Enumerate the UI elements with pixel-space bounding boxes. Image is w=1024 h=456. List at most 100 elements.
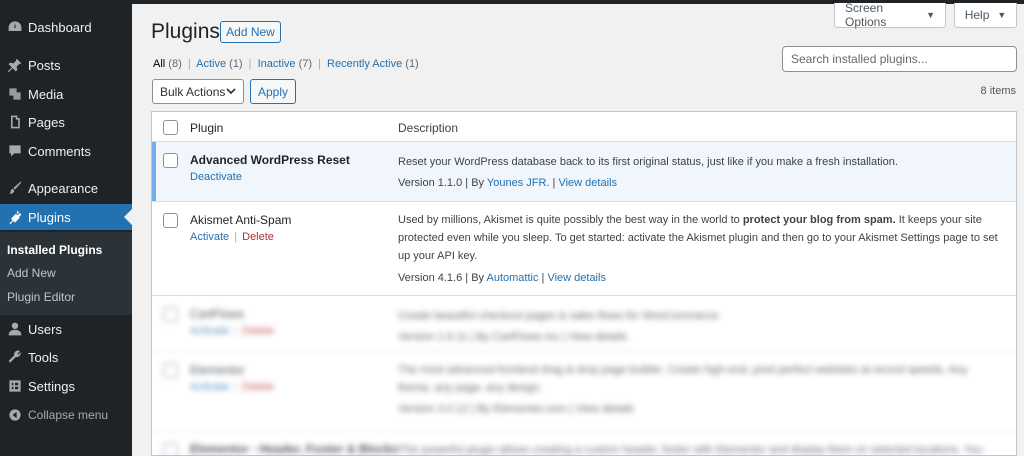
submenu-plugin-editor[interactable]: Plugin Editor	[7, 290, 75, 304]
plugin-meta: Version 1.1.0 | By Younes JFR. | View de…	[398, 177, 1003, 189]
screen-options-label: Screen Options	[845, 1, 887, 29]
plugin-description: The most advanced frontend drag & drop p…	[398, 364, 968, 394]
sidebar-item-label: Comments	[28, 143, 91, 159]
sidebar-item-posts[interactable]: Posts	[0, 52, 132, 78]
sidebar-item-label: Plugins	[28, 209, 71, 225]
bulk-actions-select[interactable]: Bulk Actions	[152, 79, 244, 104]
caret-down-icon: ▼	[926, 10, 935, 20]
sidebar-item-label: Pages	[28, 114, 65, 130]
brush-icon	[6, 179, 24, 197]
plugin-meta: Version 4.1.6 | By Automattic | View det…	[398, 272, 1003, 284]
table-row: Elementor Activate | Delete The most adv…	[152, 352, 1016, 432]
plugin-author-link[interactable]: Younes JFR.	[487, 177, 550, 189]
action-separator: |	[234, 325, 238, 337]
sidebar-item-label: Tools	[28, 349, 59, 365]
description-emphasis: protect your blog from spam.	[742, 214, 896, 226]
action-separator: |	[234, 231, 238, 243]
description-text: Used by millions, Akismet is quite possi…	[398, 214, 740, 226]
plugin-author-link[interactable]: Automattic	[487, 272, 539, 284]
filter-separator: |	[318, 58, 321, 70]
sidebar-item-label: Settings	[28, 378, 75, 394]
collapse-menu-label: Collapse menu	[28, 408, 109, 422]
filter-all[interactable]: All	[153, 58, 165, 70]
plugin-description: Reset your WordPress database back to it…	[398, 156, 898, 168]
plugin-version: Version 4.1.6	[398, 272, 463, 284]
sidebar-item-appearance[interactable]: Appearance	[0, 175, 132, 201]
delete-link[interactable]: Delete	[242, 325, 274, 337]
bulk-actions-label: Bulk Actions	[160, 84, 226, 99]
filter-inactive-count: (7)	[298, 58, 313, 70]
delete-link[interactable]: Delete	[242, 381, 274, 393]
add-new-button[interactable]: Add New	[220, 21, 281, 43]
sidebar-item-tools[interactable]: Tools	[0, 344, 132, 370]
comments-icon	[6, 142, 24, 160]
sidebar-item-label: Dashboard	[28, 19, 92, 35]
row-checkbox[interactable]	[163, 363, 178, 378]
plugin-name: CartFlows	[190, 307, 245, 321]
deactivate-link[interactable]: Deactivate	[190, 171, 242, 183]
collapse-icon	[6, 406, 24, 424]
sidebar-item-plugins[interactable]: Plugins	[0, 204, 132, 230]
filter-inactive[interactable]: Inactive	[258, 58, 296, 70]
table-row: Advanced WordPress Reset Deactivate Rese…	[152, 142, 1016, 202]
plugin-description: Used by millions, Akismet is quite possi…	[398, 211, 1003, 265]
delete-link[interactable]: Delete	[242, 231, 274, 243]
row-checkbox[interactable]	[163, 443, 178, 455]
sidebar-item-users[interactable]: Users	[0, 316, 132, 342]
plugin-version: Version 1.1.0	[398, 177, 463, 189]
plugin-status-filters: All (8) | Active (1) | Inactive (7) | Re…	[153, 58, 419, 70]
column-header-description: Description	[398, 121, 459, 135]
table-row: CartFlows Activate | Delete Create beaut…	[152, 296, 1016, 352]
filter-separator: |	[248, 58, 252, 70]
column-header-plugin: Plugin	[190, 121, 224, 135]
view-details-link[interactable]: View details	[547, 272, 606, 284]
view-details-link[interactable]: View details	[558, 177, 617, 189]
admin-sidebar: Dashboard Posts Media Pages Comments App…	[0, 0, 132, 456]
help-button[interactable]: Help ▼	[954, 3, 1017, 28]
settings-icon	[6, 377, 24, 395]
action-separator: |	[234, 381, 238, 393]
filter-separator: |	[187, 58, 191, 70]
activate-link[interactable]: Activate	[190, 325, 229, 337]
plugin-description: This powerful plugin allows creating a c…	[398, 444, 983, 456]
activate-link[interactable]: Activate	[190, 231, 229, 243]
sidebar-item-media[interactable]: Media	[0, 81, 132, 107]
dashboard-icon	[6, 18, 24, 36]
chevron-down-icon	[225, 85, 237, 100]
plugins-submenu: Installed Plugins Add New Plugin Editor	[0, 232, 132, 315]
submenu-add-new[interactable]: Add New	[7, 266, 56, 280]
media-icon	[6, 85, 24, 103]
row-checkbox[interactable]	[163, 307, 178, 322]
plugin-name: Elementor - Header, Footer & Blocks	[190, 442, 399, 456]
caret-down-icon: ▼	[997, 10, 1007, 20]
filter-recent-count: (1)	[405, 58, 419, 70]
row-checkbox[interactable]	[163, 213, 178, 228]
sidebar-item-label: Appearance	[28, 180, 99, 196]
plugin-icon	[6, 208, 24, 226]
row-checkbox[interactable]	[163, 153, 178, 168]
select-all-checkbox[interactable]	[163, 120, 178, 135]
screen-options-button[interactable]: Screen Options ▼	[834, 1, 946, 29]
activate-link[interactable]: Activate	[190, 381, 229, 393]
sidebar-item-label: Users	[28, 321, 62, 337]
wrench-icon	[6, 348, 24, 366]
plugins-table: Plugin Description Advanced WordPress Re…	[151, 111, 1017, 456]
plugin-meta: Version 3.0.12 | By Elementor.com | View…	[398, 403, 635, 415]
filter-active[interactable]: Active	[196, 58, 226, 70]
sidebar-item-pages[interactable]: Pages	[0, 109, 132, 135]
filter-all-count: (8)	[168, 58, 182, 70]
items-count: 8 items	[980, 85, 1016, 97]
collapse-menu-button[interactable]: Collapse menu	[0, 402, 132, 428]
table-row: Akismet Anti-Spam Activate | Delete Used…	[152, 202, 1016, 296]
sidebar-item-dashboard[interactable]: Dashboard	[0, 14, 132, 40]
plugin-by: By	[471, 177, 485, 189]
filter-recently-active[interactable]: Recently Active	[327, 58, 402, 70]
pin-icon	[6, 56, 24, 74]
plugin-description: Create beautiful checkout pages & sales …	[398, 310, 722, 322]
submenu-installed-plugins[interactable]: Installed Plugins	[7, 243, 102, 257]
table-header-row: Plugin Description	[152, 112, 1016, 142]
apply-button[interactable]: Apply	[250, 79, 296, 104]
sidebar-item-comments[interactable]: Comments	[0, 138, 132, 164]
sidebar-item-settings[interactable]: Settings	[0, 373, 132, 399]
search-plugins-input[interactable]	[782, 46, 1017, 72]
